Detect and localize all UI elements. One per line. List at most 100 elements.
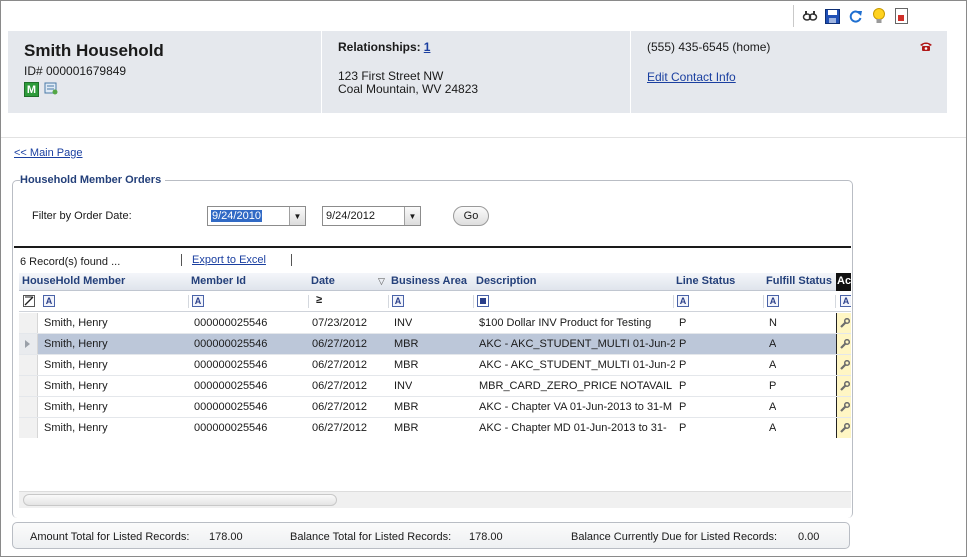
cell-member-id: 000000025546: [194, 338, 268, 350]
cell-member-id: 000000025546: [194, 317, 268, 329]
cell-date: 07/23/2012: [312, 317, 368, 329]
table-row[interactable]: Smith, Henry 000000025546 06/27/2012 MBR AKC…: [19, 397, 851, 418]
cell-fulfill-status: A: [769, 422, 777, 434]
cell-description: AKC - AKC_STUDENT_MULTI 01-Jun-2: [479, 359, 675, 371]
app-window: Smith Household ID# 000001679849 M Relat…: [0, 0, 967, 557]
cell-date: 06/27/2012: [312, 401, 368, 413]
phone-number: (555) 435-6545 (home): [647, 40, 771, 54]
relationships-label: Relationships:: [338, 40, 421, 54]
chevron-down-icon[interactable]: ▼: [404, 207, 420, 225]
household-address: 123 First Street NW Coal Mountain, WV 24…: [338, 70, 614, 96]
cell-fulfill-status: N: [769, 317, 777, 329]
amount-total-value: 178.00: [209, 531, 243, 543]
view-icon[interactable]: [800, 7, 819, 26]
row-selector[interactable]: [19, 355, 38, 375]
row-selector[interactable]: [19, 418, 38, 438]
idea-icon[interactable]: [869, 7, 888, 26]
relationships-count-link[interactable]: 1: [424, 40, 431, 54]
household-contact: (555) 435-6545 (home) Edit Contact Info: [631, 31, 947, 113]
cell-fulfill-status: P: [769, 380, 777, 392]
cell-household-member: Smith, Henry: [44, 359, 108, 371]
cell-business-area: MBR: [394, 338, 419, 350]
table-row[interactable]: Smith, Henry 000000025546 06/27/2012 INV MBR…: [19, 376, 851, 397]
current-row-arrow-icon: [25, 340, 30, 348]
table-row[interactable]: Smith, Henry 000000025546 07/23/2012 INV $10…: [19, 313, 851, 334]
cell-member-id: 000000025546: [194, 380, 268, 392]
column-description[interactable]: Description: [476, 275, 537, 287]
cell-household-member: Smith, Henry: [44, 317, 108, 329]
go-button[interactable]: Go: [453, 206, 489, 226]
column-fulfill-status[interactable]: Fulfill Status: [766, 275, 832, 287]
row-selector[interactable]: [19, 376, 38, 396]
edit-wrench-icon[interactable]: [836, 397, 851, 417]
export-excel-link[interactable]: Export to Excel: [192, 254, 266, 266]
date-to-select[interactable]: 9/24/2012 ▼: [322, 206, 421, 226]
clear-filter-icon[interactable]: [23, 295, 35, 307]
table-row[interactable]: Smith, Henry 000000025546 06/27/2012 MBR AKC…: [19, 355, 851, 376]
column-line-status[interactable]: Line Status: [676, 275, 735, 287]
filter-text-icon[interactable]: A: [840, 295, 851, 307]
cell-line-status: P: [679, 380, 687, 392]
cell-member-id: 000000025546: [194, 401, 268, 413]
cell-member-id: 000000025546: [194, 359, 268, 371]
column-date[interactable]: Date: [311, 275, 335, 287]
row-selector[interactable]: [19, 397, 38, 417]
filter-separator: [14, 246, 851, 248]
top-toolbar: [793, 5, 911, 27]
telephone-icon[interactable]: [919, 41, 933, 55]
report-icon[interactable]: [892, 7, 911, 26]
column-actions[interactable]: Ac: [836, 273, 851, 291]
date-from-value: 9/24/2010: [211, 210, 262, 222]
date-from-select[interactable]: 9/24/2010 ▼: [207, 206, 306, 226]
household-identity: Smith Household ID# 000001679849 M: [8, 31, 322, 113]
record-count: 6 Record(s) found ...: [20, 256, 121, 268]
toolbar-divider: [291, 254, 292, 266]
cell-household-member: Smith, Henry: [44, 338, 108, 350]
cell-line-status: P: [679, 317, 687, 329]
cell-household-member: Smith, Henry: [44, 401, 108, 413]
date-to-value: 9/24/2012: [326, 210, 375, 222]
sort-indicator-icon: ▽: [378, 276, 385, 286]
grid-filter-row: A A ≥ A A A A: [19, 292, 851, 312]
cell-business-area: MBR: [394, 359, 419, 371]
column-member-id[interactable]: Member Id: [191, 275, 246, 287]
cell-date: 06/27/2012: [312, 422, 368, 434]
cell-line-status: P: [679, 338, 687, 350]
cell-fulfill-status: A: [769, 359, 777, 371]
balance-due-label: Balance Currently Due for Listed Records…: [571, 531, 778, 543]
table-row[interactable]: Smith, Henry 000000025546 06/27/2012 MBR AKC…: [19, 334, 851, 355]
filter-date-label: Filter by Order Date:: [32, 210, 132, 222]
cell-household-member: Smith, Henry: [44, 422, 108, 434]
edit-wrench-icon[interactable]: [836, 376, 851, 396]
edit-wrench-icon[interactable]: [836, 334, 851, 354]
column-business-area[interactable]: Business Area: [391, 275, 467, 287]
main-page-link[interactable]: << Main Page: [14, 147, 83, 159]
edit-wrench-icon[interactable]: [836, 313, 851, 333]
edit-wrench-icon[interactable]: [836, 418, 851, 438]
address-line-2: Coal Mountain, WV 24823: [338, 82, 479, 96]
cell-fulfill-status: A: [769, 401, 777, 413]
record-card-icon[interactable]: [44, 81, 58, 98]
cell-line-status: P: [679, 401, 687, 413]
header-divider: [1, 137, 966, 138]
household-name: Smith Household: [24, 41, 164, 60]
chevron-down-icon[interactable]: ▼: [289, 207, 305, 225]
column-household-member[interactable]: HouseHold Member: [22, 275, 125, 287]
edit-contact-link[interactable]: Edit Contact Info: [647, 70, 736, 84]
member-badge: M: [24, 82, 39, 97]
balance-total-value: 178.00: [469, 531, 503, 543]
table-row[interactable]: Smith, Henry 000000025546 06/27/2012 MBR AKC…: [19, 418, 851, 439]
save-icon[interactable]: [823, 7, 842, 26]
row-selector[interactable]: [19, 334, 38, 354]
cell-business-area: MBR: [394, 422, 419, 434]
household-header: Smith Household ID# 000001679849 M Relat…: [8, 31, 947, 113]
scrollbar-thumb[interactable]: [23, 494, 337, 506]
row-selector[interactable]: [19, 313, 38, 333]
refresh-icon[interactable]: [846, 7, 865, 26]
cell-date: 06/27/2012: [312, 380, 368, 392]
household-relationships: Relationships: 1 123 First Street NW Coa…: [322, 31, 631, 113]
edit-wrench-icon[interactable]: [836, 355, 851, 375]
horizontal-scrollbar[interactable]: [19, 491, 851, 508]
balance-due-value: 0.00: [798, 531, 820, 543]
grid-header: HouseHold Member Member Id Date ▽ Busine…: [19, 273, 851, 291]
